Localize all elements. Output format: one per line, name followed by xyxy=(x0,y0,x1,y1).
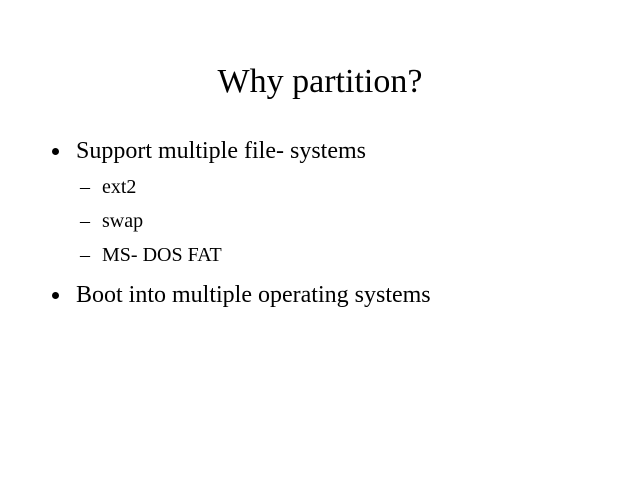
sub-bullet-item: – MS- DOS FAT xyxy=(80,242,560,268)
dash-icon: – xyxy=(80,176,90,198)
sub-bullet-text: ext2 xyxy=(102,176,137,198)
dash-icon: – xyxy=(80,244,90,266)
sub-bullet-item: – ext2 xyxy=(80,174,560,200)
dash-icon: – xyxy=(80,210,90,232)
slide: Why partition? Support multiple file- sy… xyxy=(0,0,640,480)
bullet-text: Support multiple file- systems xyxy=(76,138,366,164)
bullet-item: Boot into multiple operating systems xyxy=(52,280,612,310)
sub-bullet-text: swap xyxy=(102,210,144,232)
bullet-dot-icon xyxy=(52,292,59,299)
bullet-item: Support multiple file- systems xyxy=(52,136,612,166)
sub-bullet-text: MS- DOS FAT xyxy=(102,244,222,266)
bullet-text: Boot into multiple operating systems xyxy=(76,282,431,308)
sub-bullet-item: – swap xyxy=(80,208,560,234)
bullet-dot-icon xyxy=(52,148,59,155)
slide-title: Why partition? xyxy=(217,63,423,100)
